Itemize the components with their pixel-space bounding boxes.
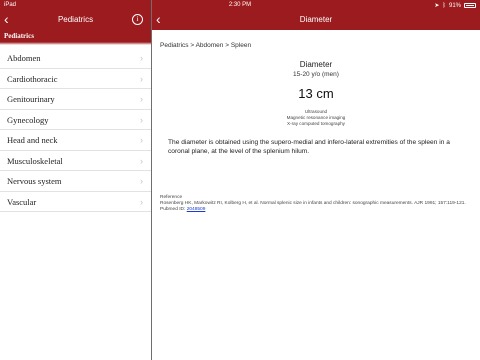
list-item-label: Vascular	[7, 196, 37, 207]
list-item-label: Nervous system	[7, 176, 62, 186]
list-item-label: Head and neck	[7, 135, 58, 145]
battery-icon	[464, 3, 476, 8]
reference-text: Rosenberg HK, Markowitz RI, Kolberg H, e…	[160, 201, 466, 206]
reference-block: Reference Rosenberg HK, Markowitz RI, Ko…	[160, 195, 476, 213]
list-item-label: Musculoskeletal	[7, 155, 63, 166]
imaging-methods: Ultrasound Magnetic resonance imaging X-…	[152, 109, 480, 127]
chevron-right-icon: ›	[140, 135, 143, 145]
list-item-genitourinary[interactable]: Genitourinary ›	[0, 89, 151, 110]
method-item: X-ray computed tomography	[287, 121, 345, 126]
chevron-right-icon: ›	[140, 73, 143, 84]
breadcrumb: Pediatrics > Abdomen > Spleen	[160, 42, 252, 49]
chevron-right-icon: ›	[140, 94, 143, 104]
list-item-label: Abdomen	[7, 53, 41, 63]
list-item-label: Cardiothoracic	[7, 73, 58, 84]
pubmed-line: Pubmed ID: 2048509	[160, 207, 476, 213]
list-item-abdomen[interactable]: Abdomen ›	[0, 48, 151, 69]
left-navbar: ‹ Pediatrics i	[0, 10, 151, 30]
list-item-musculoskeletal[interactable]: Musculoskeletal ›	[0, 151, 151, 171]
chevron-right-icon: ›	[140, 176, 143, 186]
right-nav-title: Diameter	[299, 15, 333, 24]
chevron-right-icon: ›	[140, 196, 143, 207]
age-group-label: 15-20 y/o (men)	[293, 71, 339, 78]
section-header: Pediatrics	[0, 30, 151, 45]
clock-label: 2:30 PM	[228, 2, 252, 8]
measurement-value: 13 cm	[298, 86, 334, 101]
detail-pane: Pediatrics > Abdomen > Spleen Diameter 1…	[152, 30, 480, 360]
chevron-right-icon: ›	[140, 53, 143, 63]
list-item-head-and-neck[interactable]: Head and neck ›	[0, 130, 151, 151]
battery-label: 91%	[448, 2, 461, 9]
chevron-right-icon: ›	[140, 114, 143, 125]
list-item-label: Gynecology	[7, 114, 49, 125]
category-list: Abdomen › Cardiothoracic › Genitourinary › …	[0, 48, 151, 212]
list-item-vascular[interactable]: Vascular ›	[0, 192, 151, 212]
left-nav-title: Pediatrics	[57, 15, 94, 24]
list-item-cardiothoracic[interactable]: Cardiothoracic ›	[0, 69, 151, 89]
list-item-gynecology[interactable]: Gynecology ›	[0, 110, 151, 130]
measurement-title: Diameter	[299, 60, 333, 69]
bluetooth-icon: ᛒ	[442, 2, 446, 9]
info-icon[interactable]: i	[132, 14, 143, 25]
chevron-right-icon: ›	[140, 155, 143, 166]
list-item-label: Genitourinary	[7, 94, 55, 104]
top-bar: iPad 2:30 PM ➤ ᛒ 91% ‹ Pediatrics i ‹ Di…	[0, 0, 480, 30]
location-arrow-icon: ➤	[434, 3, 440, 9]
measurement-description: The diameter is obtained using the super…	[168, 139, 450, 155]
list-item-nervous-system[interactable]: Nervous system ›	[0, 171, 151, 192]
status-bar: iPad 2:30 PM ➤ ᛒ 91%	[0, 0, 480, 10]
status-right: ➤ ᛒ 91%	[434, 2, 476, 9]
right-navbar: ‹ Diameter	[152, 10, 480, 30]
pubmed-link[interactable]: 2048509	[187, 207, 206, 212]
pubmed-label: Pubmed ID:	[160, 207, 186, 212]
